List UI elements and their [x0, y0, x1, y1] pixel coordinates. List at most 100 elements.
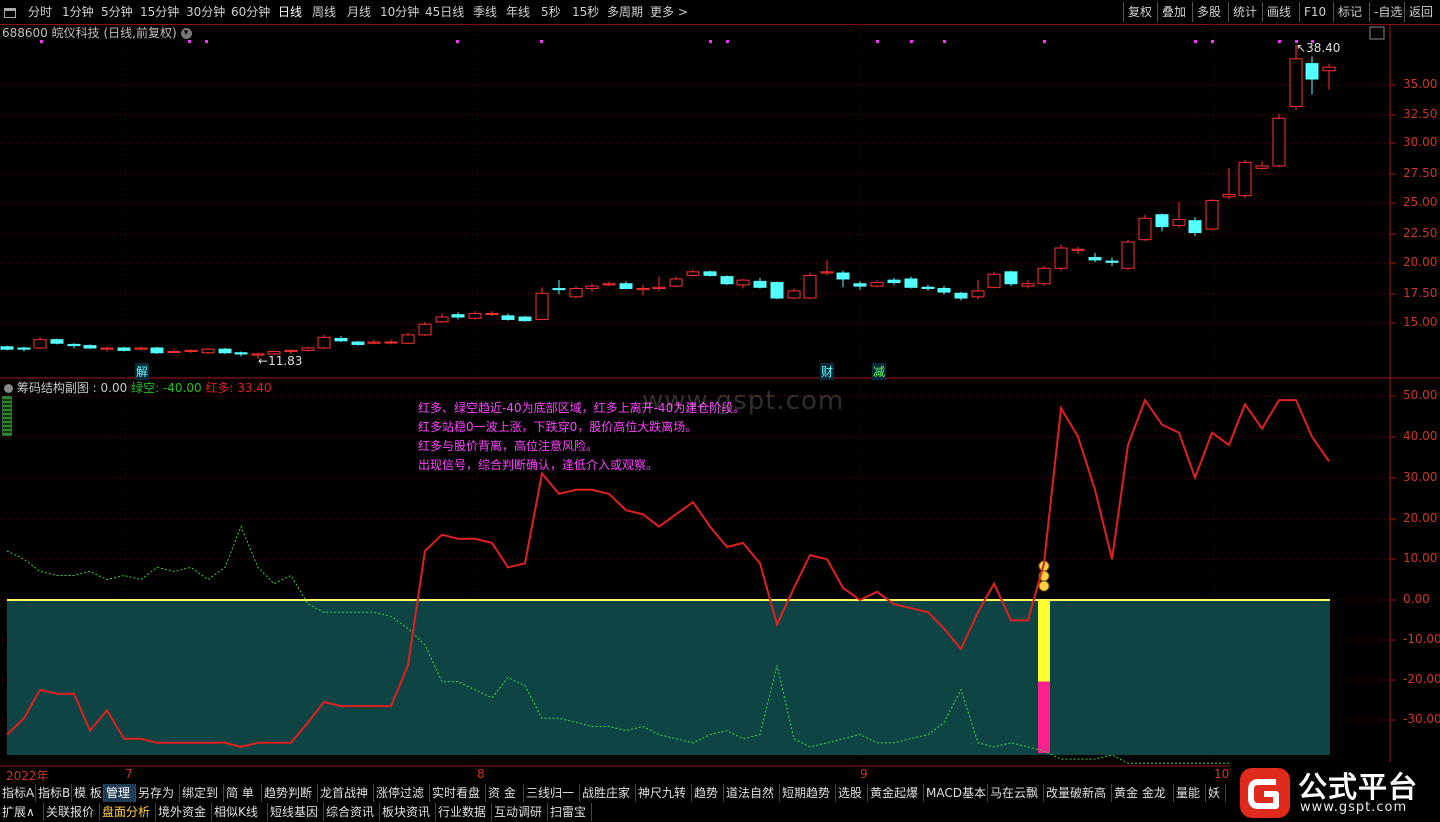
toolbar-button-5[interactable]: F10 [1304, 4, 1326, 20]
indicator-tab-13[interactable]: 战胜庄家 [580, 784, 636, 802]
indicator-tab-25[interactable]: 妖 [1206, 784, 1226, 802]
indicator-tab-2[interactable]: 模 板 [72, 784, 104, 802]
candle-body [1138, 217, 1152, 241]
period-tab-15[interactable]: 多周期 [607, 4, 643, 20]
green-line [6, 525, 1229, 764]
toolbar-button-2[interactable]: 多股 [1197, 4, 1221, 20]
indicator-tab-6[interactable]: 简 单 [224, 784, 262, 802]
indicator-tab-20[interactable]: MACD基本 [924, 784, 988, 802]
toolbar-button-0[interactable]: 复权 [1128, 4, 1152, 20]
price-tick: 15.00 [1403, 315, 1438, 329]
period-tab-8[interactable]: 月线 [347, 4, 371, 20]
indicator-tab-23[interactable]: 黄金 金龙 [1112, 784, 1174, 802]
indicator-tab-0[interactable]: 指标A [0, 784, 36, 802]
period-tab-1[interactable]: 1分钟 [62, 4, 94, 20]
indicator-tab-11[interactable]: 资 金 [486, 784, 524, 802]
stock-header: 688600 皖仪科技 (日线,前复权) ▾ [2, 24, 192, 41]
toolbar-button-7[interactable]: -自选 [1374, 4, 1402, 20]
candle-body [887, 279, 901, 284]
signal-dot [1194, 40, 1197, 43]
indicator-tab-22[interactable]: 改量破新高 [1044, 784, 1112, 802]
indicator-tab-14[interactable]: 神尺九转 [636, 784, 692, 802]
candle-body [1121, 241, 1135, 269]
indicator-tab-10[interactable]: 实时看盘 [430, 784, 486, 802]
minimize-icon[interactable] [4, 6, 16, 22]
candle-body [1037, 267, 1051, 285]
info-tab-5[interactable]: 短线基因 [268, 803, 324, 821]
candle-body [1054, 247, 1068, 269]
indicator-tab-12[interactable]: 三线归一 [524, 784, 580, 802]
info-tab-4[interactable]: 相似K线 [212, 803, 268, 821]
info-tab-8[interactable]: 行业数据 [436, 803, 492, 821]
price-tick: 20.00 [1403, 255, 1438, 269]
indicator-tab-4[interactable]: 另存为 [136, 784, 180, 802]
period-tab-7[interactable]: 周线 [312, 4, 336, 20]
indicator-tab-8[interactable]: 龙首战神 [318, 784, 374, 802]
indicator-tab-17[interactable]: 短期趋势 [780, 784, 836, 802]
period-tab-3[interactable]: 15分钟 [140, 4, 179, 20]
indicator-name[interactable]: 筹码结构副图 [17, 381, 89, 395]
period-tab-11[interactable]: 季线 [473, 4, 497, 20]
period-tab-9[interactable]: 10分钟 [380, 4, 419, 20]
info-tab-2[interactable]: 盘面分析 [100, 803, 156, 821]
toolbar-separator [1369, 2, 1370, 22]
bottom-zone-fill [7, 600, 1330, 756]
date-label: 8 [477, 767, 485, 781]
red-line [6, 397, 1330, 748]
indicator-tab-1[interactable]: 指标B [36, 784, 72, 802]
indicator-tab-3[interactable]: 管理 [104, 784, 136, 802]
period-tab-12[interactable]: 年线 [506, 4, 530, 20]
indicator-tab-15[interactable]: 趋势 [692, 784, 724, 802]
candle-body [836, 272, 850, 280]
collapse-icon[interactable] [4, 384, 13, 393]
info-tab-10[interactable]: 扫雷宝 [548, 803, 592, 821]
price-low-label: ←11.83 [258, 354, 303, 368]
toolbar-button-4[interactable]: 画线 [1267, 4, 1291, 20]
info-tab-1[interactable]: 关联报价 [44, 803, 100, 821]
period-tab-2[interactable]: 5分钟 [101, 4, 133, 20]
event-tag-finance[interactable]: 财 [820, 363, 835, 380]
candle-body [753, 280, 767, 288]
period-tab-0[interactable]: 分时 [28, 4, 52, 20]
candle-body [0, 346, 14, 350]
toolbar-button-6[interactable]: 标记 [1338, 4, 1362, 20]
indicator-tab-9[interactable]: 涨停过滤 [374, 784, 430, 802]
info-tab-7[interactable]: 板块资讯 [380, 803, 436, 821]
period-tab-6[interactable]: 日线 [278, 4, 302, 20]
event-tag-reduce[interactable]: 减 [872, 363, 887, 380]
toolbar-button-1[interactable]: 叠加 [1162, 4, 1186, 20]
signal-dot [876, 40, 879, 43]
signal-dot [205, 40, 208, 43]
indicator-tab-19[interactable]: 黄金起爆 [868, 784, 924, 802]
toolbar-button-8[interactable]: 返回 [1409, 4, 1433, 20]
period-tab-4[interactable]: 30分钟 [186, 4, 225, 20]
period-tab-14[interactable]: 15秒 [572, 4, 599, 20]
info-tab-0[interactable]: 扩展∧ [0, 803, 44, 821]
indicator-tab-18[interactable]: 选股 [836, 784, 868, 802]
info-tab-3[interactable]: 境外资金 [156, 803, 212, 821]
indicator-title: 筹码结构副图 : 0.00 绿空: -40.00 红多: 33.40 [4, 379, 272, 396]
scroll-handle[interactable] [2, 396, 12, 436]
period-tab-16[interactable]: 更多 > [650, 4, 688, 20]
candle-body [636, 287, 650, 291]
candle-body [1272, 117, 1286, 167]
signal-dot [726, 40, 729, 43]
indicator-tab-16[interactable]: 道法自然 [724, 784, 780, 802]
period-tab-5[interactable]: 60分钟 [231, 4, 270, 20]
toolbar-separator [1192, 2, 1193, 22]
stock-period: (日线,前复权) [103, 26, 177, 40]
candle-body [1289, 58, 1303, 107]
toolbar-button-3[interactable]: 统计 [1233, 4, 1257, 20]
indicator-tab-7[interactable]: 趋势判断 [262, 784, 318, 802]
period-tab-10[interactable]: 45日线 [425, 4, 464, 20]
indicator-tab-21[interactable]: 马在云飘 [988, 784, 1044, 802]
info-tab-6[interactable]: 综合资讯 [324, 803, 380, 821]
period-tab-13[interactable]: 5秒 [541, 4, 561, 20]
indicator-tab-24[interactable]: 量能 [1174, 784, 1206, 802]
candle-body [201, 348, 215, 354]
candle-body [602, 283, 616, 286]
dropdown-icon[interactable]: ▾ [180, 28, 192, 39]
event-tag-unlock[interactable]: 解 [135, 363, 150, 380]
info-tab-9[interactable]: 互动调研 [492, 803, 548, 821]
indicator-tab-5[interactable]: 绑定到 [180, 784, 224, 802]
